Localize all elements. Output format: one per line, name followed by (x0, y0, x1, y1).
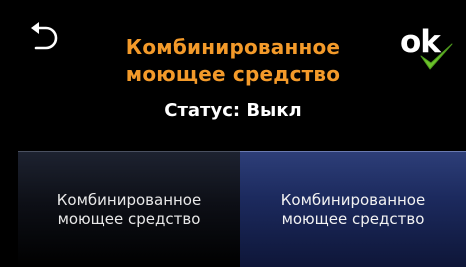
page-title: Комбинированное моющее средство (90, 34, 376, 88)
screen: Комбинированное моющее средство ok Стату… (0, 0, 466, 267)
back-button[interactable] (26, 18, 74, 58)
page-title-line1: Комбинированное (125, 35, 341, 59)
option-item-2-selected[interactable]: Комбинированное моющее средство (240, 151, 466, 267)
option-item-label: Комбинированное моющее средство (56, 190, 202, 228)
option-item-label: Комбинированное моющее средство (280, 190, 426, 228)
option-item-1[interactable]: Комбинированное моющее средство (18, 151, 240, 267)
ok-button[interactable]: ok (400, 22, 456, 72)
page-title-line2: моющее средство (125, 62, 341, 86)
checkmark-icon (420, 43, 453, 70)
undo-arrow-icon (31, 22, 58, 50)
status-text: Статус: Выкл (164, 100, 302, 121)
option-list: Комбинированное моющее средство Комбинир… (18, 151, 466, 267)
